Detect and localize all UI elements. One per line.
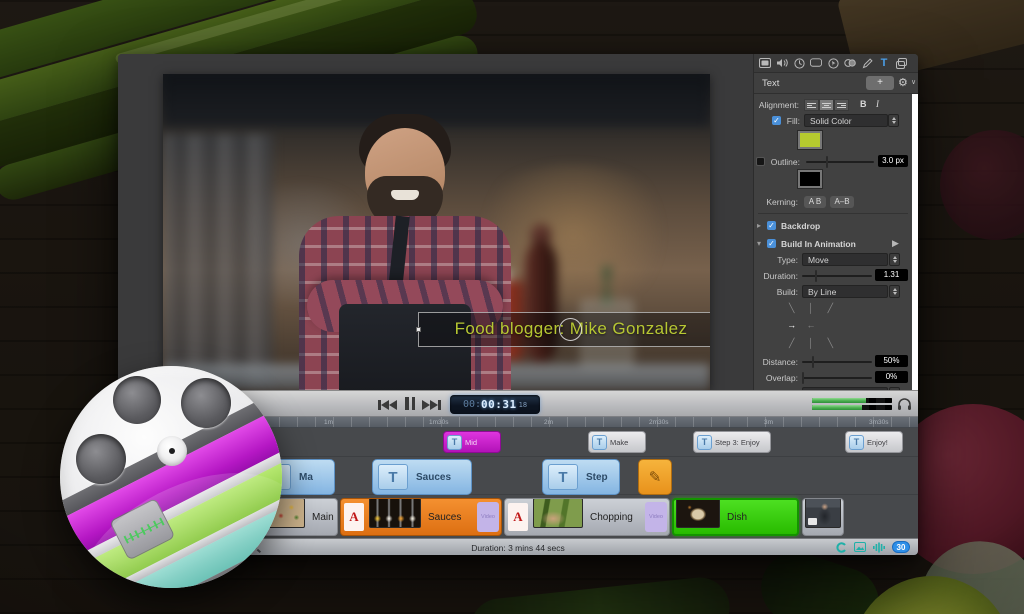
vignette	[0, 0, 1024, 614]
